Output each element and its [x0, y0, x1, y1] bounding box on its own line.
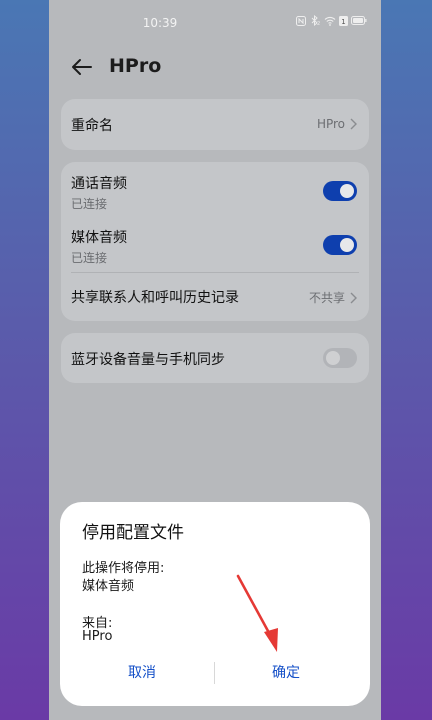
- bluetooth-icon: 2: [309, 15, 321, 26]
- signal-icon: 1: [339, 15, 348, 26]
- rename-label: 重命名: [71, 118, 113, 134]
- share-contacts-value-text: 不共享: [308, 291, 345, 305]
- audio-settings-card: 通话音频 已连接 媒体音频 已连接 共享联系人和呼叫历史记录 不共享: [61, 162, 369, 321]
- back-button[interactable]: [69, 54, 95, 80]
- volume-sync-label: 蓝牙设备音量与手机同步: [71, 352, 225, 368]
- status-time: 10:39: [142, 16, 178, 30]
- confirm-button[interactable]: 确定: [226, 662, 346, 682]
- toggle-knob: [340, 184, 354, 198]
- media-audio-status: 已连接: [71, 251, 108, 265]
- toggle-knob: [326, 351, 340, 365]
- share-contacts-row[interactable]: 共享联系人和呼叫历史记录 不共享: [61, 273, 369, 321]
- cancel-button[interactable]: 取消: [82, 662, 202, 682]
- dialog-title: 停用配置文件: [82, 523, 184, 543]
- dialog-message-line1: 此操作将停用:: [82, 561, 165, 576]
- toggle-knob: [340, 238, 354, 252]
- media-audio-row[interactable]: 媒体音频 已连接: [61, 217, 369, 271]
- dialog-message-line2: 媒体音频: [82, 579, 135, 594]
- dialog-button-separator: [214, 662, 215, 684]
- svg-text:2: 2: [317, 21, 320, 26]
- status-icons: 2 1: [296, 15, 367, 26]
- dialog-message-line4: HPro: [82, 629, 113, 644]
- battery-icon: [351, 16, 367, 25]
- call-audio-row[interactable]: 通话音频 已连接: [61, 162, 369, 216]
- back-arrow-icon: [72, 59, 92, 75]
- chevron-right-icon: [350, 292, 357, 303]
- page-title: HPro: [109, 55, 162, 77]
- wifi-icon: [324, 16, 336, 26]
- red-arrow-annotation-icon: [236, 574, 278, 652]
- status-bar: 10:39 2 1: [49, 0, 381, 44]
- disable-profile-dialog: 停用配置文件 此操作将停用: 媒体音频 来自: HPro 取消 确定: [60, 502, 370, 706]
- call-audio-toggle[interactable]: [323, 181, 357, 201]
- rename-value: HPro: [317, 117, 357, 131]
- volume-sync-toggle[interactable]: [323, 348, 357, 368]
- share-contacts-value: 不共享: [309, 289, 357, 306]
- call-audio-status: 已连接: [71, 197, 108, 211]
- media-audio-label: 媒体音频: [71, 230, 127, 246]
- battery-level-text: 1: [341, 18, 345, 26]
- rename-value-text: HPro: [316, 117, 345, 131]
- volume-sync-card[interactable]: 蓝牙设备音量与手机同步: [61, 333, 369, 383]
- rename-card[interactable]: 重命名 HPro: [61, 99, 369, 150]
- share-contacts-label: 共享联系人和呼叫历史记录: [71, 290, 239, 306]
- header: HPro: [49, 44, 381, 90]
- nfc-icon: [296, 15, 306, 26]
- call-audio-label: 通话音频: [71, 176, 127, 192]
- media-audio-toggle[interactable]: [323, 235, 357, 255]
- chevron-right-icon: [350, 118, 357, 130]
